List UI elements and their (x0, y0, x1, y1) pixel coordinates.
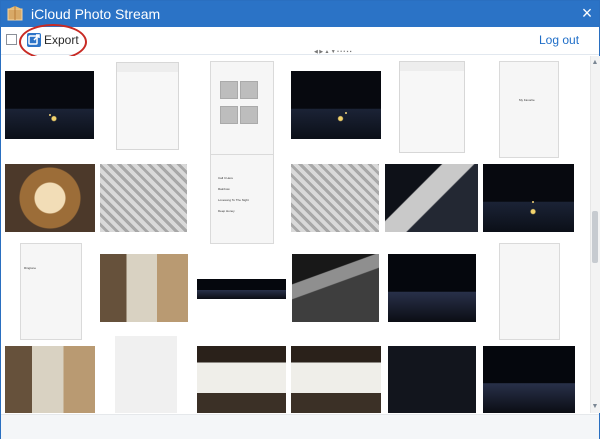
phone-grid-tile (220, 81, 238, 99)
night-light (49, 114, 51, 116)
photo-waffle[interactable] (197, 346, 286, 413)
toolbar (1, 27, 599, 55)
photo-wide-night[interactable] (197, 279, 286, 299)
photo-night-1[interactable] (5, 71, 94, 139)
photo-street[interactable] (292, 254, 379, 322)
night-light (532, 201, 534, 203)
night-light (345, 112, 347, 114)
settings-label: Ringtone (24, 266, 37, 270)
photo-settings-list[interactable] (20, 243, 82, 340)
music-item-2: Rainbow (218, 187, 230, 191)
photo-dinner[interactable] (291, 346, 381, 413)
phone-grid-tile (220, 106, 238, 124)
photo-night-2[interactable] (291, 71, 381, 139)
scroll-up-arrow[interactable]: ▲ (591, 59, 599, 67)
photo-chat-screenshot-1[interactable] (116, 62, 179, 150)
photo-cup-2[interactable] (5, 346, 95, 413)
photo-night-city-2[interactable] (483, 346, 575, 413)
title-bar: iCloud Photo Stream × (1, 1, 599, 27)
phone-grid-tile (240, 81, 258, 99)
photo-bird-1[interactable] (100, 164, 187, 232)
music-item-1: Call It Here (218, 176, 234, 180)
photo-dark-city-2[interactable] (388, 254, 476, 322)
photo-cup[interactable] (100, 254, 188, 322)
close-icon[interactable]: × (578, 4, 596, 22)
photo-phone-list-2[interactable] (499, 243, 560, 340)
highlight-annotation (19, 24, 87, 60)
select-all-checkbox[interactable] (6, 34, 17, 45)
toolbar-mini-strip: ◀ ▶ ▲ ▼ • • • ▪ ▪ (314, 49, 352, 55)
music-item-3: Lovesong To The Night (218, 198, 249, 202)
photo-stream-window: iCloud Photo Stream × Export Log out ◀ ▶… (0, 0, 600, 439)
music-item-4: Deep Honey (218, 209, 235, 213)
photo-metal-structure[interactable] (385, 164, 478, 232)
scroll-thumb[interactable] (592, 211, 598, 263)
logout-link[interactable]: Log out (539, 33, 579, 48)
phone-list-label: My Favorite (519, 98, 535, 102)
photo-phone-list-1[interactable] (499, 61, 559, 158)
package-icon (7, 6, 23, 21)
photo-dark-blank[interactable] (388, 346, 476, 413)
photo-chat-screenshot-2[interactable] (399, 61, 465, 153)
photo-grid: Call It Here Rainbow Lovesong To The Nig… (4, 56, 590, 413)
photo-sketch-chat[interactable] (115, 336, 177, 413)
bottom-status-bar (1, 414, 599, 439)
photo-food-cake[interactable] (5, 164, 95, 232)
scroll-down-arrow[interactable]: ▼ (591, 403, 599, 411)
photo-night-city[interactable] (483, 164, 574, 232)
phone-grid-tile (240, 106, 258, 124)
window-title: iCloud Photo Stream (31, 6, 161, 22)
photo-bird-2[interactable] (291, 164, 379, 232)
